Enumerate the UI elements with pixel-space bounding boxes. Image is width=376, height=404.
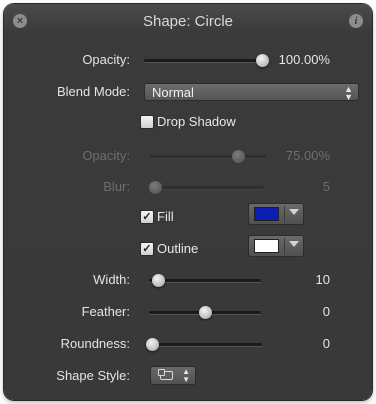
width-slider[interactable] xyxy=(149,274,261,287)
shadow-opacity-slider[interactable] xyxy=(149,150,267,163)
opacity-value[interactable]: 100.00% xyxy=(279,52,330,67)
outline-color-swatch[interactable] xyxy=(254,239,279,253)
shape-style-icon xyxy=(158,369,173,380)
fill-checkbox[interactable]: ✓ xyxy=(140,210,154,224)
shadow-opacity-label: Opacity: xyxy=(82,148,130,163)
shadow-opacity-value[interactable]: 75.00% xyxy=(286,148,330,163)
updown-arrows-icon: ▲ ▼ xyxy=(182,367,190,384)
divider xyxy=(284,238,285,254)
roundness-slider[interactable] xyxy=(146,338,262,351)
updown-arrows-icon: ▲ ▼ xyxy=(344,84,353,102)
roundness-value[interactable]: 0 xyxy=(323,336,330,351)
info-icon[interactable]: i xyxy=(349,14,363,28)
shadow-blur-value[interactable]: 5 xyxy=(323,179,330,194)
hud-panel: × Shape: Circle i Opacity: 100.00% Blend… xyxy=(4,4,372,400)
drop-shadow-checkbox[interactable] xyxy=(140,115,154,129)
blend-mode-value: Normal xyxy=(152,85,194,100)
width-slider-knob[interactable] xyxy=(151,274,165,287)
drop-shadow-label[interactable]: Drop Shadow xyxy=(157,114,236,129)
shadow-blur-slider-knob[interactable] xyxy=(148,181,162,194)
width-value[interactable]: 10 xyxy=(316,272,330,287)
opacity-slider[interactable] xyxy=(144,54,269,67)
feather-value[interactable]: 0 xyxy=(323,304,330,319)
roundness-slider-knob[interactable] xyxy=(146,338,159,351)
opacity-slider-knob[interactable] xyxy=(256,54,269,67)
blend-mode-label: Blend Mode: xyxy=(57,84,130,99)
fill-color-swatch[interactable] xyxy=(254,207,279,221)
shadow-blur-label: Blur: xyxy=(103,179,130,194)
outline-checkbox[interactable]: ✓ xyxy=(140,242,154,256)
chevron-down-icon[interactable] xyxy=(289,209,299,215)
fill-label[interactable]: Fill xyxy=(157,209,174,224)
roundness-label: Roundness: xyxy=(60,336,130,351)
feather-slider[interactable] xyxy=(149,306,261,319)
shape-style-label: Shape Style: xyxy=(56,368,130,383)
chevron-down-icon[interactable] xyxy=(289,241,299,247)
feather-slider-knob[interactable] xyxy=(199,306,212,319)
shadow-opacity-slider-knob[interactable] xyxy=(231,150,245,163)
width-label: Width: xyxy=(93,272,130,287)
opacity-label: Opacity: xyxy=(82,52,130,67)
shadow-blur-slider[interactable] xyxy=(148,181,264,194)
outline-label[interactable]: Outline xyxy=(157,241,198,256)
divider xyxy=(284,206,285,222)
shape-style-popup[interactable]: ▲ ▼ xyxy=(150,366,196,385)
feather-label: Feather: xyxy=(81,304,130,319)
fill-color-well[interactable] xyxy=(248,203,304,225)
blend-mode-select[interactable]: Normal ▲ ▼ xyxy=(144,83,359,102)
outline-color-well[interactable] xyxy=(248,235,304,257)
panel-title: Shape: Circle xyxy=(142,13,234,30)
